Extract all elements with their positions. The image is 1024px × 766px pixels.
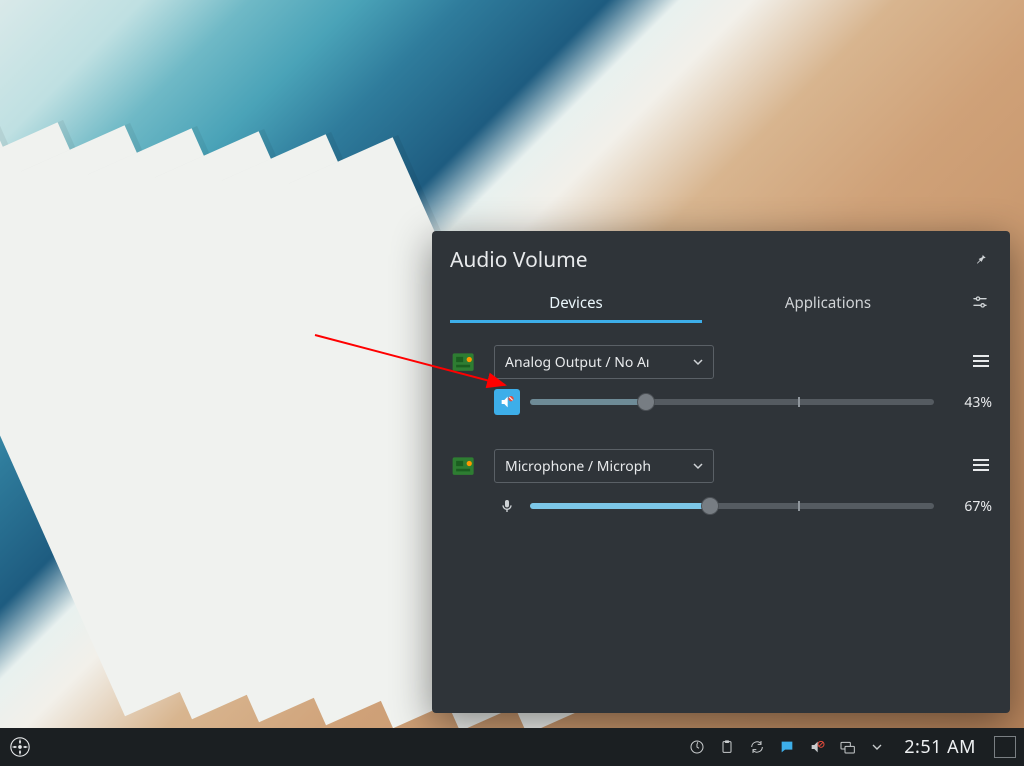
audio-volume-popup: Audio Volume Devices Applications — [432, 231, 1010, 713]
tray-sync-button[interactable] — [748, 738, 766, 756]
output-volume-slider[interactable] — [530, 394, 934, 410]
input-port-label: Microphone / Microph — [505, 457, 651, 476]
output-port-select[interactable]: Analog Output / No Aı — [494, 345, 714, 379]
slider-thumb[interactable] — [637, 393, 655, 411]
input-mute-button[interactable] — [494, 493, 520, 519]
hamburger-icon — [972, 458, 990, 472]
configure-button[interactable] — [968, 289, 992, 319]
pin-icon — [974, 252, 988, 266]
input-volume-percent: 67% — [944, 497, 992, 516]
chat-bubble-icon — [779, 739, 795, 755]
sound-card-icon — [450, 349, 480, 382]
popup-title: Audio Volume — [450, 246, 588, 274]
input-volume-slider[interactable] — [530, 498, 934, 514]
update-icon — [689, 739, 705, 755]
input-device-row: Microphone / Microph — [450, 449, 992, 519]
sync-icon — [749, 739, 765, 755]
tray-notifications-button[interactable] — [778, 738, 796, 756]
output-volume-percent: 43% — [944, 393, 992, 412]
taskbar: 2:51 AM — [0, 728, 1024, 766]
pin-button[interactable] — [970, 245, 992, 275]
tray-updates-button[interactable] — [688, 738, 706, 756]
hamburger-icon — [972, 354, 990, 368]
speaker-muted-icon — [809, 739, 825, 755]
tray-volume-button[interactable] — [808, 738, 826, 756]
slider-thumb[interactable] — [701, 497, 719, 515]
speaker-muted-icon — [499, 394, 515, 410]
taskbar-clock[interactable]: 2:51 AM — [898, 735, 982, 759]
sliders-icon — [972, 294, 988, 310]
tab-bar: Devices Applications — [450, 285, 954, 323]
tab-applications[interactable]: Applications — [702, 285, 954, 323]
app-launcher-button[interactable] — [8, 735, 32, 759]
tray-expand-button[interactable] — [868, 738, 886, 756]
output-options-button[interactable] — [970, 347, 992, 377]
output-mute-button[interactable] — [494, 389, 520, 415]
sound-card-icon — [450, 453, 480, 486]
kde-logo-icon — [9, 736, 31, 758]
clipboard-icon — [719, 739, 735, 755]
input-port-select[interactable]: Microphone / Microph — [494, 449, 714, 483]
show-desktop-button[interactable] — [994, 736, 1016, 758]
chevron-down-icon — [693, 357, 703, 367]
chevron-down-icon — [869, 739, 885, 755]
chevron-down-icon — [693, 461, 703, 471]
output-port-label: Analog Output / No Aı — [505, 353, 650, 372]
microphone-icon — [499, 498, 515, 514]
network-icon — [839, 739, 855, 755]
input-options-button[interactable] — [970, 451, 992, 481]
tab-devices[interactable]: Devices — [450, 285, 702, 323]
output-device-row: Analog Output / No Aı — [450, 345, 992, 415]
tray-network-button[interactable] — [838, 738, 856, 756]
tray-clipboard-button[interactable] — [718, 738, 736, 756]
